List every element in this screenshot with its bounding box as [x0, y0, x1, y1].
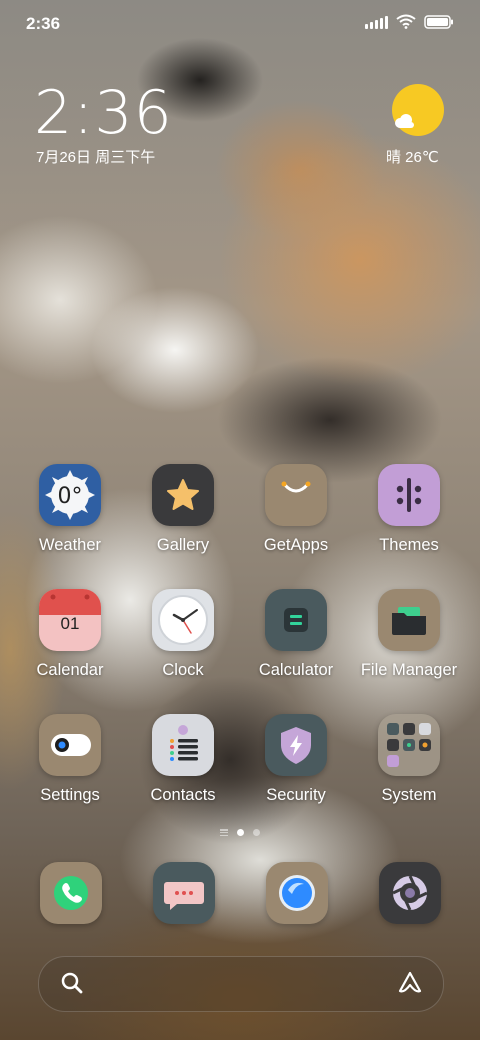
- gallery-star-icon: [152, 464, 214, 526]
- dock-messages[interactable]: [153, 862, 215, 924]
- battery-icon: [424, 14, 453, 29]
- weather-icon: 0°: [39, 464, 101, 526]
- sunny-icon[interactable]: [392, 84, 444, 136]
- clock-icon: [152, 589, 214, 651]
- system-folder-icon: [378, 714, 440, 776]
- app-weather[interactable]: 0° Weather: [15, 464, 125, 555]
- app-label: File Manager: [360, 661, 458, 679]
- clock-widget-time[interactable]: 2:36: [34, 78, 173, 148]
- app-label: Gallery: [156, 536, 210, 554]
- app-security[interactable]: Security: [241, 714, 351, 805]
- app-calculator[interactable]: Calculator: [241, 589, 351, 680]
- app-system-folder[interactable]: System: [354, 714, 464, 805]
- app-settings[interactable]: Settings: [15, 714, 125, 805]
- security-shield-icon: [265, 714, 327, 776]
- folder-icon: [378, 589, 440, 651]
- app-label: Settings: [40, 786, 100, 804]
- app-file-manager[interactable]: File Manager: [354, 589, 464, 680]
- status-time: 2:36: [26, 14, 61, 33]
- app-getapps[interactable]: GetApps: [241, 464, 351, 555]
- app-label: Weather: [38, 536, 102, 554]
- calendar-icon-day: 01: [61, 614, 80, 633]
- app-label: Themes: [379, 536, 439, 554]
- app-label: GetApps: [263, 536, 329, 554]
- app-label: Security: [266, 786, 326, 804]
- app-calendar[interactable]: 01 Calendar: [15, 589, 125, 680]
- app-label: Calculator: [258, 661, 334, 679]
- app-gallery[interactable]: Gallery: [128, 464, 238, 555]
- calculator-icon: [265, 589, 327, 651]
- phone-icon: [40, 862, 102, 924]
- app-themes[interactable]: Themes: [354, 464, 464, 555]
- page-list-icon: [220, 829, 228, 836]
- page-dot-active[interactable]: [237, 829, 244, 836]
- app-label: Calendar: [36, 661, 104, 679]
- clock-widget-date[interactable]: 7月26日 周三下午: [36, 146, 155, 167]
- page-indicator[interactable]: [0, 829, 480, 836]
- search-icon[interactable]: [60, 971, 84, 995]
- status-icons: [365, 14, 454, 29]
- messages-icon: [153, 862, 215, 924]
- bottom-search-bar[interactable]: [38, 956, 444, 1012]
- getapps-bag-icon: [265, 464, 327, 526]
- cloud-icon: [395, 114, 414, 128]
- wifi-icon: [396, 14, 416, 29]
- weather-condition[interactable]: 晴 26℃: [386, 146, 439, 167]
- dock-phone[interactable]: [40, 862, 102, 924]
- calendar-icon: 01: [39, 589, 101, 651]
- themes-icon: [378, 464, 440, 526]
- app-label: Clock: [162, 661, 204, 679]
- app-contacts[interactable]: Contacts: [128, 714, 238, 805]
- dock-browser[interactable]: [266, 862, 328, 924]
- signal-icon: [365, 15, 388, 29]
- contacts-icon: [152, 714, 214, 776]
- dock-camera[interactable]: [379, 862, 441, 924]
- toggle-settings-icon: [39, 714, 101, 776]
- weather-icon-temp: 0°: [58, 484, 83, 509]
- app-clock[interactable]: Clock: [128, 589, 238, 680]
- browser-icon: [266, 862, 328, 924]
- camera-icon: [379, 862, 441, 924]
- app-label: System: [381, 786, 437, 804]
- page-dot[interactable]: [253, 829, 260, 836]
- assistant-icon[interactable]: [396, 969, 424, 997]
- app-label: Contacts: [150, 786, 216, 804]
